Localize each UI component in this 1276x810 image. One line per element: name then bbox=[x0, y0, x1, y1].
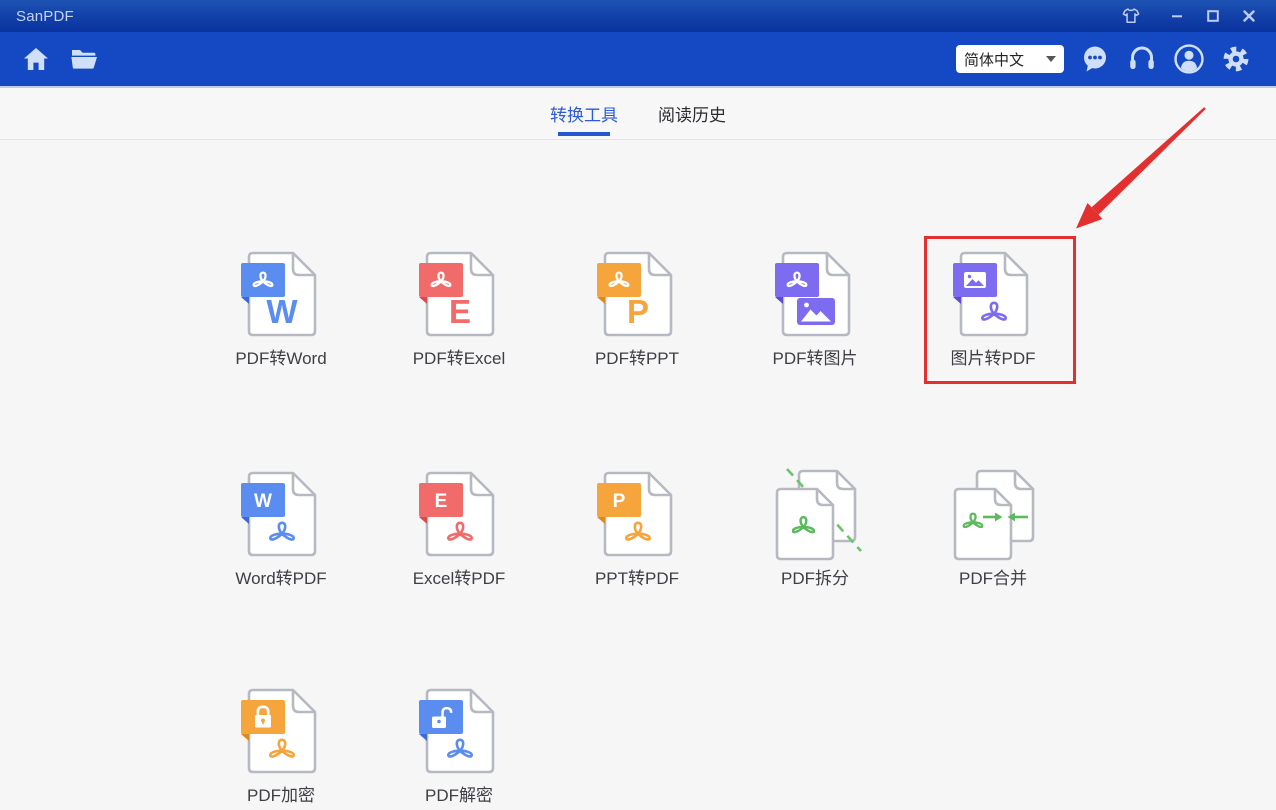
minimize-button[interactable] bbox=[1166, 5, 1188, 27]
tool-ppt-to-pdf[interactable]: P PPT转PDF bbox=[548, 467, 726, 589]
tool-label: PDF拆分 bbox=[781, 569, 849, 589]
svg-text:P: P bbox=[627, 293, 649, 330]
ppt-to-pdf-icon: P bbox=[585, 467, 689, 563]
account-button[interactable] bbox=[1173, 43, 1205, 75]
svg-text:E: E bbox=[449, 293, 471, 330]
home-button[interactable] bbox=[20, 43, 52, 75]
app-title: SanPDF bbox=[16, 8, 74, 25]
tool-label: PDF加密 bbox=[247, 786, 315, 806]
pdf-split-icon bbox=[763, 467, 867, 563]
settings-gear-icon[interactable] bbox=[1220, 43, 1252, 75]
tools-panel: WPDF转WordEPDF转ExcelPPDF转PPTPDF转图片图片转PDFW… bbox=[0, 141, 1276, 810]
tool-pdf-to-word[interactable]: W PDF转Word bbox=[192, 247, 370, 369]
toolbar-right: 简体中文 bbox=[956, 43, 1252, 75]
shirt-icon[interactable] bbox=[1120, 5, 1142, 27]
close-button[interactable] bbox=[1238, 5, 1260, 27]
tool-row: W PDF转Word E PDF转Excel P PDF转PPT PDF转图片 图片转PDF bbox=[192, 247, 1276, 369]
open-folder-button[interactable] bbox=[68, 43, 100, 75]
tool-word-to-pdf[interactable]: W Word转PDF bbox=[192, 467, 370, 589]
maximize-button[interactable] bbox=[1202, 5, 1224, 27]
svg-text:W: W bbox=[266, 293, 298, 330]
tool-pdf-decrypt[interactable]: PDF解密 bbox=[370, 684, 548, 806]
toolbar-left bbox=[20, 43, 100, 75]
svg-text:W: W bbox=[254, 491, 272, 512]
tool-label: PDF解密 bbox=[425, 786, 493, 806]
tool-label: PDF转图片 bbox=[773, 349, 858, 369]
tool-label: PDF转Word bbox=[235, 349, 326, 369]
tool-image-to-pdf[interactable]: 图片转PDF bbox=[904, 247, 1082, 369]
tool-pdf-encrypt[interactable]: PDF加密 bbox=[192, 684, 370, 806]
chevron-down-icon bbox=[1046, 56, 1056, 62]
pdf-to-word-icon: W bbox=[229, 247, 333, 343]
tool-pdf-to-ppt[interactable]: P PDF转PPT bbox=[548, 247, 726, 369]
pdf-to-ppt-icon: P bbox=[585, 247, 689, 343]
pdf-merge-icon bbox=[941, 467, 1045, 563]
language-select[interactable]: 简体中文 bbox=[956, 45, 1064, 73]
tool-pdf-split[interactable]: PDF拆分 bbox=[726, 467, 904, 589]
tool-excel-to-pdf[interactable]: E Excel转PDF bbox=[370, 467, 548, 589]
pdf-decrypt-icon bbox=[407, 684, 511, 780]
tool-label: Excel转PDF bbox=[413, 569, 506, 589]
headset-button[interactable] bbox=[1126, 43, 1158, 75]
svg-text:P: P bbox=[613, 491, 626, 512]
tool-pdf-to-excel[interactable]: E PDF转Excel bbox=[370, 247, 548, 369]
tool-label: PDF合并 bbox=[959, 569, 1027, 589]
tool-pdf-to-image[interactable]: PDF转图片 bbox=[726, 247, 904, 369]
pdf-to-excel-icon: E bbox=[407, 247, 511, 343]
tab-reading-history-label: 阅读历史 bbox=[658, 101, 726, 126]
tool-label: PDF转PPT bbox=[595, 349, 679, 369]
window-controls bbox=[1120, 5, 1260, 27]
tool-row: PDF加密 PDF解密 bbox=[192, 684, 1276, 806]
tool-label: Word转PDF bbox=[235, 569, 326, 589]
tools-grid: WPDF转WordEPDF转ExcelPPDF转PPTPDF转图片图片转PDFW… bbox=[0, 247, 1276, 806]
titlebar: SanPDF bbox=[0, 0, 1276, 32]
pdf-encrypt-icon bbox=[229, 684, 333, 780]
chat-button[interactable] bbox=[1079, 43, 1111, 75]
tool-label: PPT转PDF bbox=[595, 569, 679, 589]
word-to-pdf-icon: W bbox=[229, 467, 333, 563]
excel-to-pdf-icon: E bbox=[407, 467, 511, 563]
tabbar: 转换工具 阅读历史 bbox=[0, 88, 1276, 140]
sanpdf-window: { "window": { "title": "SanPDF", "contro… bbox=[0, 0, 1276, 810]
tool-row: W Word转PDF E Excel转PDF P PPT转PDF PDF拆分 PDF合并 bbox=[192, 467, 1276, 589]
toolbar: 简体中文 bbox=[0, 32, 1276, 88]
tool-label: PDF转Excel bbox=[413, 349, 506, 369]
tool-label: 图片转PDF bbox=[951, 349, 1036, 369]
language-value: 简体中文 bbox=[964, 49, 1046, 70]
tab-convert-tools[interactable]: 转换工具 bbox=[548, 88, 620, 139]
pdf-to-image-icon bbox=[763, 247, 867, 343]
image-to-pdf-icon bbox=[941, 247, 1045, 343]
tab-convert-tools-label: 转换工具 bbox=[550, 101, 618, 126]
tool-pdf-merge[interactable]: PDF合并 bbox=[904, 467, 1082, 589]
svg-text:E: E bbox=[435, 491, 448, 512]
tab-reading-history[interactable]: 阅读历史 bbox=[656, 88, 728, 139]
